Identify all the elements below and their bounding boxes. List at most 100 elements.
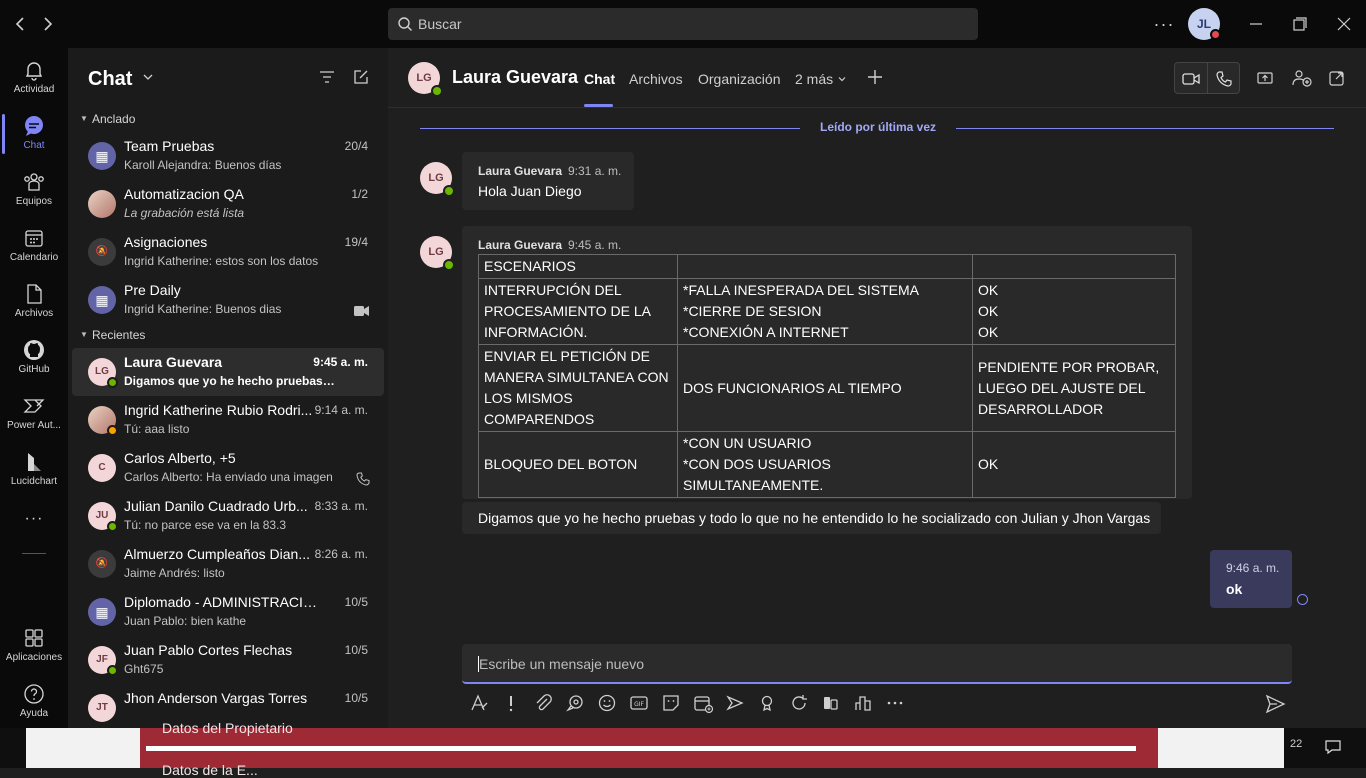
tab-organization[interactable]: Organización xyxy=(698,71,781,87)
chat-list-item[interactable]: LG Laura Guevara Digamos que yo he hecho p… xyxy=(72,348,384,396)
table-row: BLOQUEO DEL BOTON *CON UN USUARIO *CON DOS… xyxy=(478,431,1176,498)
avatar-initials: JT xyxy=(96,702,108,713)
important-icon[interactable] xyxy=(500,692,522,714)
chevron-down-icon[interactable] xyxy=(142,70,154,88)
table-cell: BLOQUEO DEL BOTON xyxy=(478,431,678,498)
approvals-icon[interactable] xyxy=(820,692,842,714)
rail-chat[interactable]: Chat xyxy=(0,108,68,162)
video-call-icon[interactable] xyxy=(1181,69,1201,94)
chat-list-item[interactable]: 🔕 Almuerzo Cumpleaños Dian... Jaime Andrés… xyxy=(72,540,384,588)
back-icon[interactable] xyxy=(8,12,32,36)
rail-activity[interactable]: Actividad xyxy=(0,52,68,106)
cell-line: *CON DOS USUARIOS xyxy=(683,456,831,472)
chat-list-item[interactable]: JF Juan Pablo Cortes Flechas Ght675 10/5 xyxy=(72,636,384,684)
stream-icon[interactable] xyxy=(724,692,746,714)
chat-time: 1/2 xyxy=(351,187,368,201)
emoji-icon[interactable] xyxy=(596,692,618,714)
chat-name: Laura Guevara xyxy=(124,354,223,370)
message-bubble[interactable]: Laura Guevara 9:31 a. m. Hola Juan Diego xyxy=(462,152,634,210)
background-window[interactable]: Datos del Propietario Datos de la E... xyxy=(26,720,1284,778)
chat-list-title[interactable]: Chat xyxy=(88,68,132,91)
video-icon xyxy=(354,304,370,322)
rail-more[interactable]: ··· xyxy=(0,508,68,538)
my-message-bubble[interactable]: 9:46 a. m. ok xyxy=(1210,550,1292,608)
cell-line: ESCENARIOS xyxy=(484,258,576,274)
rail-apps[interactable]: Aplicaciones xyxy=(0,620,68,674)
search-input[interactable]: Buscar xyxy=(388,8,978,40)
tab-more[interactable]: 2 más xyxy=(795,71,847,87)
contact-name[interactable]: Laura Guevara xyxy=(452,67,578,88)
add-tab-icon[interactable] xyxy=(866,68,884,91)
cell-line: DOS FUNCIONARIOS AL TIEMPO xyxy=(683,379,902,396)
schedule-meeting-icon[interactable] xyxy=(692,692,714,714)
table-row: INTERRUPCIÓN DEL PROCESAMIENTO DE LA INFOR… xyxy=(478,278,1176,345)
compose-box[interactable]: Escribe un mensaje nuevo xyxy=(462,644,1292,684)
avatar: JF xyxy=(88,646,118,676)
chat-list-item[interactable]: JU Julian Danilo Cuadrado Urb... Tú: no pa… xyxy=(72,492,384,540)
charts-icon[interactable] xyxy=(852,692,874,714)
message-bubble[interactable]: Digamos que yo he hecho pruebas y todo l… xyxy=(462,502,1161,534)
chat-name: Jhon Anderson Vargas Torres xyxy=(124,690,308,706)
pop-out-icon[interactable] xyxy=(1328,69,1346,92)
active-tab-indicator xyxy=(584,104,613,107)
avatar-initials: JU xyxy=(95,510,109,521)
attach-icon[interactable] xyxy=(532,692,554,714)
message-text: ok xyxy=(1226,581,1243,597)
message-avatar[interactable]: LG xyxy=(420,236,455,271)
chat-list-item[interactable]: ▦ Team Pruebas Karoll Alejandra: Buenos dí… xyxy=(72,132,384,180)
rail-files[interactable]: Archivos xyxy=(0,276,68,330)
message-avatar[interactable]: LG xyxy=(420,162,455,197)
rail-label: Aplicaciones xyxy=(5,652,63,663)
rail-power-automate[interactable]: Power Aut... xyxy=(0,388,68,442)
filter-icon[interactable] xyxy=(318,68,336,91)
share-screen-icon[interactable] xyxy=(1256,69,1274,92)
chat-list-item[interactable]: ▦ Pre Daily Ingrid Katherine: Buenos dias xyxy=(72,276,384,324)
praise-icon[interactable] xyxy=(756,692,778,714)
more-options-icon[interactable] xyxy=(884,692,906,714)
chat-name: Carlos Alberto, +5 xyxy=(124,450,236,466)
apps-icon xyxy=(25,629,43,647)
rail-calendar[interactable]: Calendario xyxy=(0,220,68,274)
refresh-icon[interactable] xyxy=(788,692,810,714)
chat-list-item[interactable]: Automatizacion QA La grabación está lista… xyxy=(72,180,384,228)
audio-call-icon[interactable] xyxy=(1214,69,1234,94)
gif-icon[interactable]: GIF xyxy=(628,692,650,714)
cell-line: OK xyxy=(978,282,999,298)
rail-teams[interactable]: Equipos xyxy=(0,164,68,218)
chat-time: 9:14 a. m. xyxy=(314,403,368,417)
add-people-icon[interactable] xyxy=(1292,69,1312,92)
bg-form-label: Datos del Propietario xyxy=(162,720,293,736)
section-recent[interactable]: ▼ Recientes xyxy=(68,324,388,348)
rail-github[interactable]: GitHub xyxy=(0,332,68,386)
rail-help[interactable]: Ayuda xyxy=(0,676,68,730)
maximize-button[interactable] xyxy=(1288,12,1312,36)
background-form-header: Datos del Propietario Datos de la E... xyxy=(140,720,1158,778)
rail-label: Equipos xyxy=(15,196,53,207)
close-button[interactable] xyxy=(1332,12,1356,36)
cell-line: PROCESAMIENTO DE LA xyxy=(484,303,652,319)
section-pinned[interactable]: ▼ Anclado xyxy=(68,108,388,132)
forward-icon[interactable] xyxy=(36,12,60,36)
tab-files[interactable]: Archivos xyxy=(629,71,683,87)
chat-list-item[interactable]: C Carlos Alberto, +5 Carlos Alberto: Ha en… xyxy=(72,444,384,492)
triangle-down-icon: ▼ xyxy=(80,114,88,123)
loop-icon[interactable] xyxy=(564,692,586,714)
chat-list-item[interactable]: ▦ Diplomado - ADMINISTRACIÓN ... Juan Pabl… xyxy=(72,588,384,636)
contact-avatar[interactable]: LG xyxy=(408,62,443,97)
tray-clock[interactable]: 22 xyxy=(1290,738,1302,750)
chat-preview: Ingrid Katherine: estos son los datos xyxy=(124,254,319,268)
chat-list-item[interactable]: Ingrid Katherine Rubio Rodri... Tú: aaa l… xyxy=(72,396,384,444)
table-cell: PENDIENTE POR PROBAR, LUEGO DEL AJUSTE DE… xyxy=(972,344,1176,432)
notification-icon[interactable] xyxy=(1324,738,1342,761)
send-icon[interactable] xyxy=(1264,693,1286,720)
minimize-button[interactable] xyxy=(1244,12,1268,36)
new-chat-icon[interactable] xyxy=(352,68,370,91)
conversation-panel: LG Laura Guevara Chat Archivos Organizac… xyxy=(388,48,1366,728)
chat-list-item[interactable]: 🔕 Asignaciones Ingrid Katherine: estos son… xyxy=(72,228,384,276)
rail-lucidchart[interactable]: Lucidchart xyxy=(0,444,68,498)
settings-more-button[interactable]: ··· xyxy=(1152,12,1176,36)
sticker-icon[interactable] xyxy=(660,692,682,714)
format-icon[interactable] xyxy=(468,692,490,714)
tab-chat[interactable]: Chat xyxy=(584,71,615,87)
message-text: Digamos que yo he hecho pruebas y todo l… xyxy=(478,510,1151,526)
